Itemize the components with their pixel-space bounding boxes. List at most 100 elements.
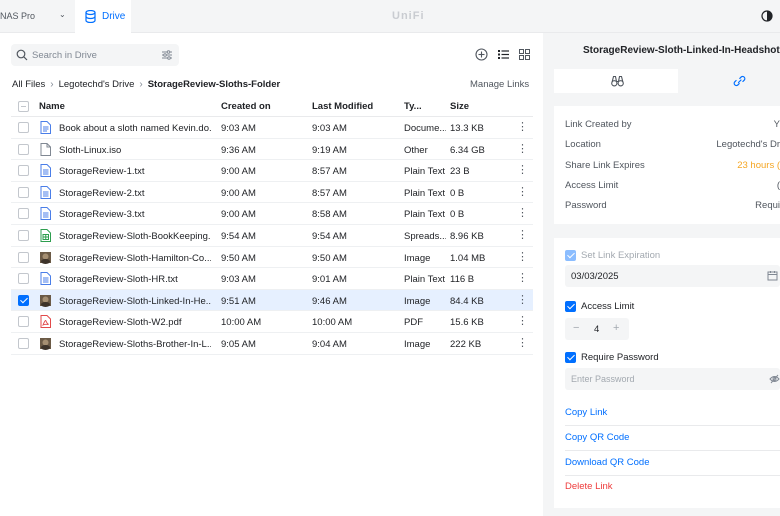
link-icon	[733, 75, 746, 87]
more-options-icon[interactable]: ⋮	[517, 186, 528, 198]
table-row[interactable]: StorageReview-3.txt 9:00 AM 8:58 AM Plain T…	[11, 203, 533, 225]
manage-links-button[interactable]: Manage Links	[470, 79, 529, 90]
access-limit-value[interactable]: 4	[594, 324, 599, 335]
copy-qr-button[interactable]: Copy QR Code	[565, 432, 780, 450]
file-name[interactable]: Sloth-Linux.iso	[59, 145, 211, 156]
tab-info[interactable]	[554, 69, 678, 93]
set-expiration-checkbox[interactable]	[565, 250, 576, 261]
download-qr-button[interactable]: Download QR Code	[565, 457, 780, 475]
more-options-icon[interactable]: ⋮	[517, 164, 528, 176]
row-checkbox[interactable]	[18, 230, 29, 241]
table-row[interactable]: StorageReview-Sloth-HR.txt 9:03 AM 9:01 AM…	[11, 268, 533, 290]
table-row[interactable]: StorageReview-Sloth-Hamilton-Co... 9:50 A…	[11, 247, 533, 269]
access-limit-checkbox[interactable]	[565, 301, 576, 312]
table-row[interactable]: Sloth-Linux.iso 9:36 AM 9:19 AM Other 6.34 G…	[11, 139, 533, 161]
file-icon	[40, 142, 51, 156]
file-name[interactable]: StorageReview-Sloth-W2.pdf	[59, 317, 211, 328]
theme-toggle-icon[interactable]	[761, 10, 773, 22]
database-icon	[85, 10, 96, 23]
file-name[interactable]: StorageReview-Sloths-Brother-In-L...	[59, 339, 211, 350]
info-row-access-limit: Access Limit(	[565, 180, 780, 191]
file-name[interactable]: Book about a sloth named Kevin.do...	[59, 123, 211, 134]
divider	[565, 475, 780, 476]
breadcrumb-drive[interactable]: Legotechd's Drive	[59, 79, 135, 90]
more-options-icon[interactable]: ⋮	[517, 272, 528, 284]
more-options-icon[interactable]: ⋮	[517, 121, 528, 133]
expiration-date-field[interactable]: 03/03/2025	[565, 265, 780, 287]
file-name[interactable]: StorageReview-Sloth-Hamilton-Co...	[59, 253, 211, 264]
file-created: 10:00 AM	[221, 317, 262, 329]
table-row[interactable]: StorageReview-Sloth-W2.pdf 10:00 AM 10:00 …	[11, 311, 533, 333]
top-bar: NAS Pro ⌄ Drive UniFi	[0, 0, 780, 33]
row-checkbox[interactable]	[18, 165, 29, 177]
tab-drive[interactable]: Drive	[75, 0, 131, 33]
more-options-icon[interactable]: ⋮	[517, 315, 528, 327]
chevron-down-icon[interactable]: ⌄	[59, 10, 66, 19]
more-options-icon[interactable]: ⋮	[517, 294, 528, 306]
require-password-checkbox[interactable]	[565, 352, 576, 363]
row-checkbox[interactable]	[18, 251, 29, 263]
list-view-icon[interactable]	[497, 48, 510, 61]
file-name[interactable]: StorageReview-Sloth-BookKeeping...	[59, 231, 211, 242]
row-checkbox[interactable]	[18, 208, 29, 220]
delete-link-button[interactable]: Delete Link	[565, 481, 780, 499]
spreadsheet-icon	[40, 229, 51, 242]
table-row[interactable]: StorageReview-Sloth-Linked-In-He... 9:51 …	[11, 289, 533, 312]
chevron-right-icon: ›	[50, 79, 54, 90]
require-password-label: Require Password	[581, 352, 659, 363]
search-box	[11, 44, 179, 66]
file-modified: 9:01 AM	[312, 274, 347, 286]
grid-view-icon[interactable]	[518, 48, 531, 61]
row-checkbox[interactable]	[18, 338, 29, 349]
password-input[interactable]	[565, 368, 765, 390]
more-options-icon[interactable]: ⋮	[517, 143, 528, 155]
access-limit-label: Access Limit	[581, 301, 635, 312]
table-row[interactable]: StorageReview-Sloths-Brother-In-L... 9:05…	[11, 333, 533, 355]
filter-icon[interactable]	[161, 49, 173, 61]
tab-share-link[interactable]	[678, 69, 780, 93]
more-options-icon[interactable]: ⋮	[517, 337, 528, 349]
more-options-icon[interactable]: ⋮	[517, 251, 528, 263]
column-modified[interactable]: Last Modified	[312, 101, 373, 112]
column-type[interactable]: Ty...	[404, 101, 422, 112]
add-icon[interactable]	[475, 48, 488, 61]
text-file-icon	[40, 164, 51, 178]
brand-logo: UniFi	[392, 10, 425, 22]
table-row[interactable]: StorageReview-1.txt 9:00 AM 8:57 AM Plain T…	[11, 160, 533, 182]
file-name[interactable]: StorageReview-Sloth-Linked-In-He...	[59, 296, 211, 307]
more-options-icon[interactable]: ⋮	[517, 207, 528, 219]
file-name[interactable]: StorageReview-1.txt	[59, 166, 211, 177]
breadcrumb-all-files[interactable]: All Files	[12, 79, 45, 90]
select-all-checkbox[interactable]	[18, 101, 29, 112]
table-row[interactable]: StorageReview-2.txt 9:00 AM 8:57 AM Plain T…	[11, 182, 533, 204]
table-row[interactable]: StorageReview-Sloth-BookKeeping... 9:54 A…	[11, 225, 533, 247]
decrement-button[interactable]: −	[573, 322, 579, 334]
column-created[interactable]: Created on	[221, 101, 271, 112]
device-name[interactable]: NAS Pro	[0, 11, 35, 21]
text-file-icon	[40, 185, 51, 199]
file-name[interactable]: StorageReview-2.txt	[59, 188, 211, 199]
file-name[interactable]: StorageReview-Sloth-HR.txt	[59, 274, 211, 285]
calendar-icon[interactable]	[767, 270, 778, 281]
more-options-icon[interactable]: ⋮	[517, 229, 528, 241]
row-checkbox[interactable]	[18, 316, 29, 328]
column-size[interactable]: Size	[450, 101, 469, 112]
file-size: 6.34 GB	[450, 144, 485, 156]
row-checkbox[interactable]	[18, 143, 29, 155]
row-checkbox[interactable]	[18, 294, 29, 306]
search-input[interactable]	[32, 44, 162, 66]
file-created: 9:50 AM	[221, 252, 256, 264]
row-checkbox[interactable]	[18, 273, 29, 285]
row-checkbox[interactable]	[18, 122, 29, 133]
file-name[interactable]: StorageReview-3.txt	[59, 209, 211, 220]
binoculars-icon	[611, 75, 624, 87]
hide-password-icon[interactable]	[769, 374, 780, 384]
divider	[565, 425, 780, 426]
row-checkbox[interactable]	[18, 186, 29, 198]
increment-button[interactable]: +	[613, 322, 619, 334]
copy-link-button[interactable]: Copy Link	[565, 407, 780, 425]
file-size: 0 B	[450, 209, 465, 221]
expiration-date-value: 03/03/2025	[571, 271, 619, 282]
table-row[interactable]: Book about a sloth named Kevin.do... 9:03…	[11, 117, 533, 139]
column-name[interactable]: Name	[39, 101, 65, 112]
